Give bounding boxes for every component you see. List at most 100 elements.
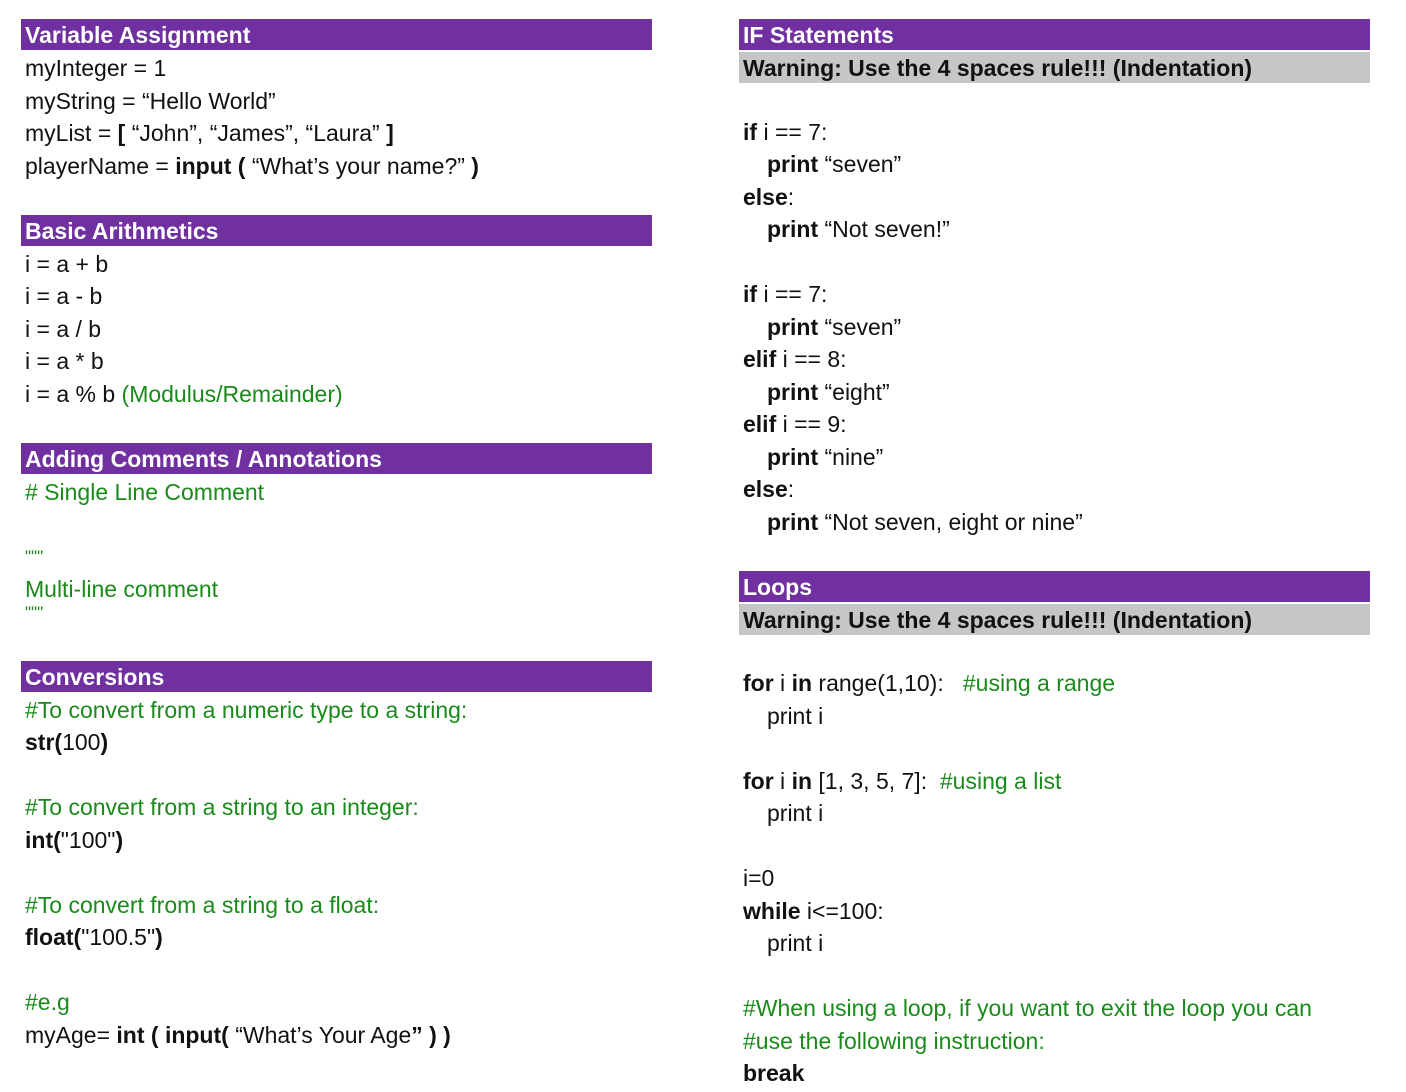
comment-text: (Modulus/Remainder) — [121, 380, 343, 407]
code-line: print “seven” — [739, 311, 1370, 344]
section-header-comments: Adding Comments / Annotations — [21, 442, 652, 476]
code-line: for i in range(1,10): #using a range — [739, 667, 1370, 700]
code-text: "100.5" — [81, 924, 156, 950]
code-text: i == 7: — [757, 281, 828, 307]
section-header-basic-arithmetics: Basic Arithmetics — [21, 214, 652, 248]
keyword: print — [767, 443, 819, 470]
left-column: Variable Assignment myInteger = 1 myStri… — [21, 19, 652, 1051]
code-text: “seven” — [818, 313, 902, 340]
code-text: i<=100: — [800, 897, 884, 924]
keyword: float( — [25, 924, 82, 950]
comment-line: #To convert from a string to an integer: — [25, 794, 419, 820]
code-text: “nine” — [818, 443, 884, 470]
comment-line: """ — [25, 602, 44, 622]
code-text: range(1,10): — [812, 670, 963, 696]
keyword: print — [767, 151, 819, 177]
code-line: i=0 — [743, 865, 775, 891]
comment-line: #When using a loop, if you want to exit … — [743, 995, 1312, 1021]
section-header-variable-assignment: Variable Assignment — [21, 19, 652, 52]
keyword: if — [743, 118, 758, 145]
keyword: ) — [115, 826, 124, 853]
code-line: print i — [767, 800, 824, 826]
keyword: input ( — [175, 152, 246, 179]
code-text: : — [787, 183, 795, 210]
code-text: “Not seven, eight or nine” — [818, 508, 1083, 535]
code-text: myList = — [25, 120, 118, 146]
code-text: i — [773, 670, 792, 696]
warning-banner: Warning: Use the 4 spaces rule!!! (Inden… — [739, 603, 1370, 635]
keyword: print — [767, 216, 819, 242]
code-text: “Not seven!” — [818, 216, 950, 242]
code-line: myList = [ “John”, “James”, “Laura” ] — [21, 117, 652, 150]
code-line: else: — [739, 473, 1370, 506]
keyword: str( — [25, 729, 63, 755]
code-line: print i — [767, 702, 824, 729]
comment-line: #e.g — [25, 989, 70, 1015]
keyword: else — [743, 476, 788, 502]
section-header-loops: Loops — [739, 570, 1370, 604]
keyword: print — [767, 508, 819, 535]
code-text: “eight” — [818, 378, 890, 405]
code-text: i — [773, 767, 792, 794]
code-text: 100 — [62, 729, 101, 755]
comment-line: #To convert from a numeric type to a str… — [25, 696, 468, 723]
comment-line: #To convert from a string to a float: — [25, 891, 380, 918]
code-text: “John”, “James”, “Laura” — [125, 120, 387, 146]
code-line: print i — [767, 930, 824, 956]
code-line: playerName = input ( “What’s your name?”… — [21, 150, 652, 183]
code-line: myAge= int ( input( “What’s Your Age” ) … — [21, 1019, 652, 1052]
code-text: : — [787, 476, 795, 502]
code-text: [1, 3, 5, 7]: — [812, 767, 940, 794]
code-line: elif i == 9: — [739, 408, 1370, 441]
keyword: while — [743, 897, 801, 924]
code-text: playerName = — [25, 152, 176, 179]
code-text: i == 9: — [776, 411, 847, 437]
keyword: elif — [743, 411, 777, 437]
keyword: else — [743, 183, 788, 210]
code-text: "100" — [60, 826, 116, 853]
code-line: i = a * b — [25, 348, 104, 374]
code-line: i = a / b — [25, 315, 102, 342]
warning-banner: Warning: Use the 4 spaces rule!!! (Inden… — [739, 52, 1370, 83]
comment-line: Multi-line comment — [25, 576, 218, 602]
code-line: print “nine” — [739, 441, 1370, 474]
keyword: elif — [743, 346, 777, 372]
code-line: elif i == 8: — [739, 343, 1370, 376]
code-line: int("100") — [21, 824, 652, 857]
code-line: while i<=100: — [739, 895, 1370, 928]
code-line: str(100) — [21, 726, 652, 759]
code-text: “What’s Your Age — [228, 1021, 412, 1048]
comment-line: #use the following instruction: — [743, 1027, 1045, 1054]
code-line: print “eight” — [739, 376, 1370, 409]
code-line: if i == 7: — [739, 116, 1370, 149]
keyword: for — [743, 670, 774, 696]
code-text: i == 7: — [757, 118, 828, 145]
comment-text: #using a range — [962, 670, 1116, 696]
code-line: else: — [739, 181, 1370, 214]
right-column: IF Statements Warning: Use the 4 spaces … — [739, 19, 1370, 1090]
keyword: int( — [25, 826, 61, 853]
code-line: print “Not seven, eight or nine” — [739, 506, 1370, 539]
code-line: myString = “Hello World” — [25, 87, 276, 114]
keyword: ) — [100, 729, 109, 755]
keyword: ) — [155, 924, 163, 950]
keyword: ) — [471, 152, 479, 179]
code-text: “seven” — [818, 151, 902, 177]
section-header-if-statements: IF Statements — [739, 19, 1370, 52]
comment-line: # Single Line Comment — [25, 478, 265, 505]
code-text: i == 8: — [776, 346, 847, 372]
